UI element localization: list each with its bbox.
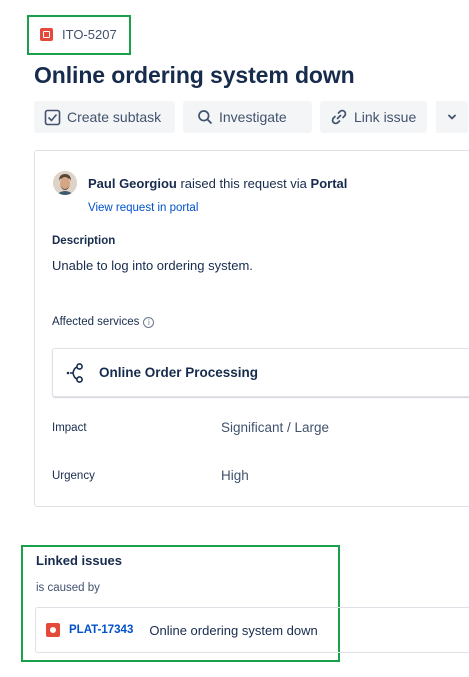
avatar[interactable] <box>53 171 77 195</box>
link-relation-label: is caused by <box>36 582 100 594</box>
issue-key[interactable]: ITO-5207 <box>62 27 117 42</box>
impact-label: Impact <box>52 422 87 434</box>
reporter-line: Paul Georgiou raised this request via Po… <box>88 176 347 191</box>
impact-value[interactable]: Significant / Large <box>221 420 329 435</box>
linked-issue-row[interactable]: PLAT-17343 Online ordering system down <box>35 607 469 653</box>
more-actions-button[interactable] <box>435 101 468 133</box>
investigate-button[interactable]: Investigate <box>183 101 312 133</box>
info-icon[interactable]: i <box>143 316 155 328</box>
link-issue-button[interactable]: Link issue <box>320 101 427 133</box>
create-subtask-button[interactable]: Create subtask <box>34 101 175 133</box>
issue-toolbar: Create subtask Investigate Link issue <box>34 101 468 133</box>
description-text[interactable]: Unable to log into ordering system. <box>52 258 253 273</box>
affected-services-label-row: Affected services i <box>52 316 155 328</box>
bug-type-icon <box>46 623 60 637</box>
linked-issue-summary[interactable]: Online ordering system down <box>149 623 317 638</box>
link-icon <box>331 109 347 125</box>
linked-issues-title: Linked issues <box>36 553 122 568</box>
description-label: Description <box>52 235 116 247</box>
affected-services-label: Affected services <box>52 316 140 328</box>
raised-via-text: raised this request via <box>176 176 311 191</box>
affected-service-item[interactable]: Online Order Processing <box>52 348 469 397</box>
incident-type-icon <box>40 28 53 41</box>
reporter-name[interactable]: Paul Georgiou <box>88 176 177 191</box>
issue-title[interactable]: Online ordering system down <box>34 62 355 89</box>
create-subtask-label: Create subtask <box>67 109 162 125</box>
urgency-label: Urgency <box>52 470 95 482</box>
reporter-avatar-image <box>53 171 77 195</box>
urgency-value[interactable]: High <box>221 468 249 483</box>
request-channel: Portal <box>310 176 348 191</box>
view-request-in-portal-link[interactable]: View request in portal <box>88 202 198 214</box>
investigate-label: Investigate <box>219 109 287 125</box>
service-icon <box>66 362 83 383</box>
chevron-down-icon <box>447 114 456 120</box>
link-issue-label: Link issue <box>354 109 417 125</box>
service-name: Online Order Processing <box>99 365 259 380</box>
search-icon <box>198 110 212 124</box>
subtask-icon <box>44 109 61 125</box>
linked-issue-key[interactable]: PLAT-17343 <box>69 624 133 636</box>
request-details-card: Paul Georgiou raised this request via Po… <box>34 150 469 507</box>
issue-key-breadcrumb[interactable]: ITO-5207 <box>40 27 117 42</box>
